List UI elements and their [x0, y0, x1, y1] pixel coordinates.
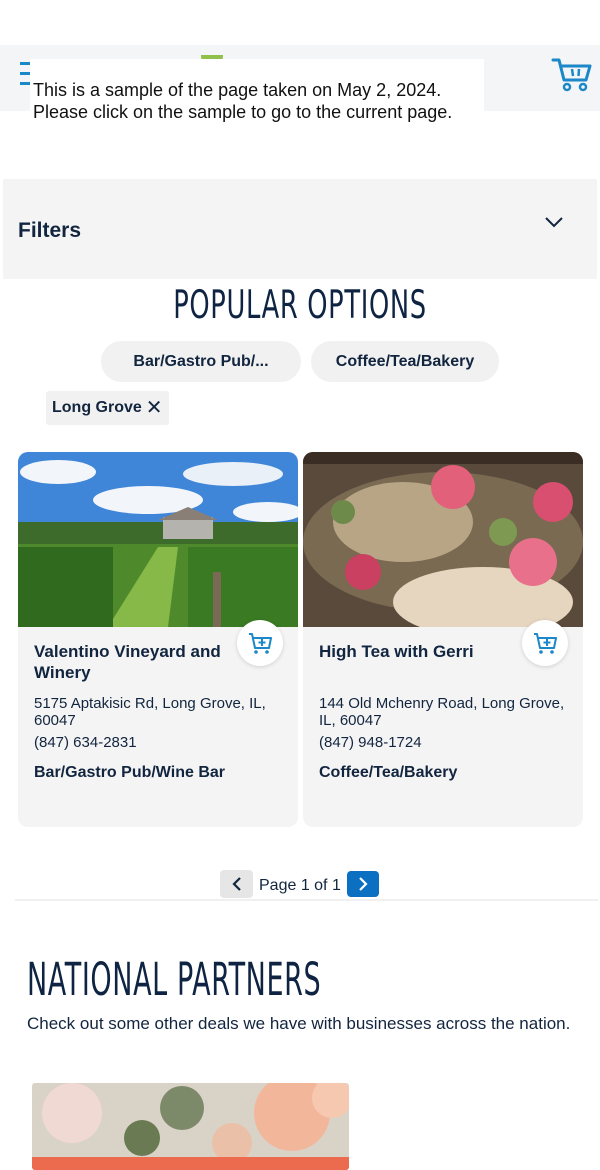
cart-icon[interactable] [550, 54, 594, 94]
previous-page-button[interactable] [220, 870, 253, 898]
listing-address: 5175 Aptakisic Rd, Long Grove, IL, 60047 [34, 695, 266, 729]
active-filter-label: Long Grove [52, 399, 142, 416]
filters-panel[interactable]: Filters [3, 179, 597, 279]
listing-card[interactable]: Valentino Vineyard and Winery 5175 Aptak… [18, 452, 298, 827]
sample-notice-banner[interactable]: This is a sample of the page taken on Ma… [30, 59, 484, 122]
listing-category: Bar/Gastro Pub/Wine Bar [34, 764, 226, 781]
high-tea-image [303, 452, 583, 627]
chevron-left-icon [232, 877, 241, 891]
sample-notice-line2: Please click on the sample to go to the … [33, 102, 453, 122]
listing-category: Coffee/Tea/Bakery [319, 764, 458, 781]
vineyard-image [18, 452, 298, 627]
popular-options-heading: POPULAR OPTIONS [173, 283, 427, 328]
chip-bar-gastro-pub[interactable]: Bar/Gastro Pub/... [101, 341, 301, 382]
divider [15, 899, 598, 901]
chip-coffee-tea-bakery[interactable]: Coffee/Tea/Bakery [311, 341, 499, 382]
sample-notice-line1: This is a sample of the page taken on Ma… [33, 80, 442, 100]
chevron-down-icon[interactable] [543, 214, 565, 230]
listing-phone[interactable]: (847) 948-1724 [319, 734, 422, 751]
listing-address: 144 Old Mchenry Road, Long Grove, IL, 60… [319, 695, 565, 729]
national-partners-description: Check out some other deals we have with … [27, 1014, 571, 1033]
national-partners-heading: NATIONAL PARTNERS [27, 953, 322, 1006]
filters-title: Filters [18, 219, 82, 242]
close-icon[interactable]: ✕ [146, 391, 163, 425]
next-page-button[interactable] [347, 871, 379, 897]
listing-name[interactable]: Valentino Vineyard and Winery [34, 641, 244, 683]
listing-name[interactable]: High Tea with Gerri [319, 641, 529, 662]
page-indicator: Page 1 of 1 [259, 877, 341, 894]
partner-flowers-image[interactable] [32, 1083, 349, 1170]
chevron-right-icon [359, 877, 368, 891]
listing-card[interactable]: High Tea with Gerri 144 Old Mchenry Road… [303, 452, 583, 827]
active-filter-tag[interactable]: Long Grove ✕ [46, 391, 169, 425]
listing-phone[interactable]: (847) 634-2831 [34, 734, 137, 751]
